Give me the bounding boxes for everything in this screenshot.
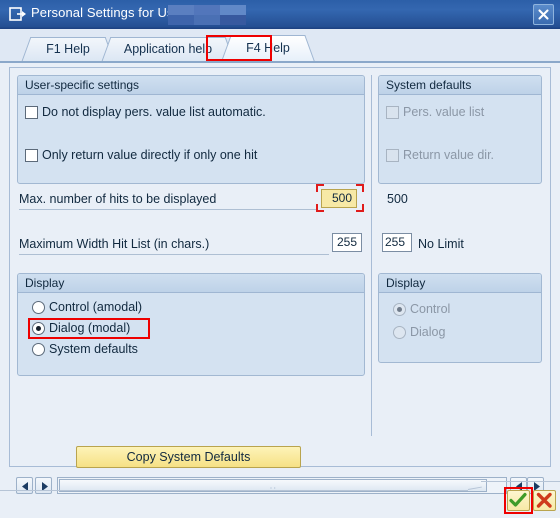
footer-separator xyxy=(0,481,560,491)
horizontal-scrollbar[interactable]: ∷ xyxy=(16,477,544,495)
max-hits-input[interactable]: 500 xyxy=(321,189,357,208)
copy-system-defaults-button[interactable]: Copy System Defaults xyxy=(76,446,301,468)
checkbox-pers-value-list-label: Pers. value list xyxy=(403,105,485,119)
checkbox-row-no-pers-value-list[interactable]: Do not display pers. value list automati… xyxy=(25,105,266,119)
close-icon xyxy=(538,9,549,20)
ok-button[interactable] xyxy=(507,490,530,511)
system-display-group-title: Display xyxy=(379,274,541,293)
checkbox-no-pers-value-list-label: Do not display pers. value list automati… xyxy=(42,105,266,119)
close-button[interactable] xyxy=(533,4,554,25)
system-defaults-title: System defaults xyxy=(379,76,541,95)
max-width-underline xyxy=(19,254,329,255)
max-width-input[interactable]: 255 xyxy=(332,233,362,252)
window-title: Personal Settings for User xyxy=(31,5,186,20)
checkbox-return-value-dir-label: Return value dir. xyxy=(403,148,495,162)
title-bar: Personal Settings for User xyxy=(0,0,560,29)
radio-dialog-modal-label: Dialog (modal) xyxy=(49,321,131,335)
user-display-group-title: Display xyxy=(18,274,364,293)
radio-system-control-label: Control xyxy=(410,302,451,316)
focus-corner-bottom-right xyxy=(356,204,364,212)
checkbox-only-return-value-label: Only return value directly if only one h… xyxy=(42,148,258,162)
checkbox-row-return-value-dir: Return value dir. xyxy=(386,148,494,162)
system-defaults-group: System defaults Pers. value list Return … xyxy=(378,75,542,184)
tab-f4-help-label: F4 Help xyxy=(246,41,290,55)
dialog-window-icon xyxy=(9,6,27,22)
tab-baseline xyxy=(0,61,560,63)
tab-f1-help[interactable]: F1 Help xyxy=(21,37,115,61)
system-display-group: Display Control Dialog xyxy=(378,273,542,363)
check-icon xyxy=(509,492,527,507)
max-hits-label: Max. number of hits to be displayed xyxy=(19,192,217,206)
checkbox-row-pers-value-list: Pers. value list xyxy=(386,105,484,119)
user-display-group: Display Control (amodal) Dialog (modal) … xyxy=(17,273,365,376)
tab-strip: F1 Help Application help F4 Help xyxy=(0,29,560,63)
panel-divider xyxy=(371,75,372,436)
redacted-username xyxy=(168,4,246,25)
radio-row-system-control: Control xyxy=(393,302,450,316)
radio-system-control xyxy=(393,303,406,316)
max-width-label: Maximum Width Hit List (in chars.) xyxy=(19,237,210,251)
radio-row-control-amodal[interactable]: Control (amodal) xyxy=(32,300,142,314)
tab-f4-help[interactable]: F4 Help xyxy=(221,35,315,61)
max-hits-underline xyxy=(19,209,317,210)
checkbox-return-value-dir xyxy=(386,149,399,162)
radio-dialog-modal[interactable] xyxy=(32,322,45,335)
system-default-max-hits-value: 500 xyxy=(387,192,408,206)
radio-system-defaults-label: System defaults xyxy=(49,342,138,356)
user-specific-settings-title: User-specific settings xyxy=(18,76,364,95)
cross-icon xyxy=(536,492,552,508)
scroll-track[interactable]: ∷ xyxy=(57,477,507,495)
focus-corner-top-right xyxy=(356,184,364,192)
tab-application-help[interactable]: Application help xyxy=(101,37,235,61)
radio-system-dialog-label: Dialog xyxy=(410,325,446,339)
scroll-left-page-arrow[interactable] xyxy=(35,477,52,494)
checkbox-pers-value-list xyxy=(386,106,399,119)
content-pane: User-specific settings Do not display pe… xyxy=(9,67,551,495)
checkbox-row-only-return-value[interactable]: Only return value directly if only one h… xyxy=(25,148,257,162)
scroll-left-arrow[interactable] xyxy=(16,477,33,494)
radio-row-system-defaults[interactable]: System defaults xyxy=(32,342,138,356)
radio-system-dialog xyxy=(393,326,406,339)
system-default-width-note: No Limit xyxy=(418,237,464,251)
radio-row-dialog-modal[interactable]: Dialog (modal) xyxy=(32,321,130,335)
radio-system-defaults[interactable] xyxy=(32,343,45,356)
checkbox-no-pers-value-list[interactable] xyxy=(25,106,38,119)
tab-f1-help-label: F1 Help xyxy=(46,42,90,56)
checkbox-only-return-value[interactable] xyxy=(25,149,38,162)
radio-control-amodal[interactable] xyxy=(32,301,45,314)
user-specific-settings-group: User-specific settings Do not display pe… xyxy=(17,75,365,184)
radio-row-system-dialog: Dialog xyxy=(393,325,445,339)
cancel-button[interactable] xyxy=(533,490,556,511)
system-default-width-value: 255 xyxy=(382,233,412,252)
tab-application-help-label: Application help xyxy=(123,42,213,56)
sap-personal-settings-dialog: Personal Settings for User F1 Help Appli… xyxy=(0,0,560,518)
radio-control-amodal-label: Control (amodal) xyxy=(49,300,143,314)
